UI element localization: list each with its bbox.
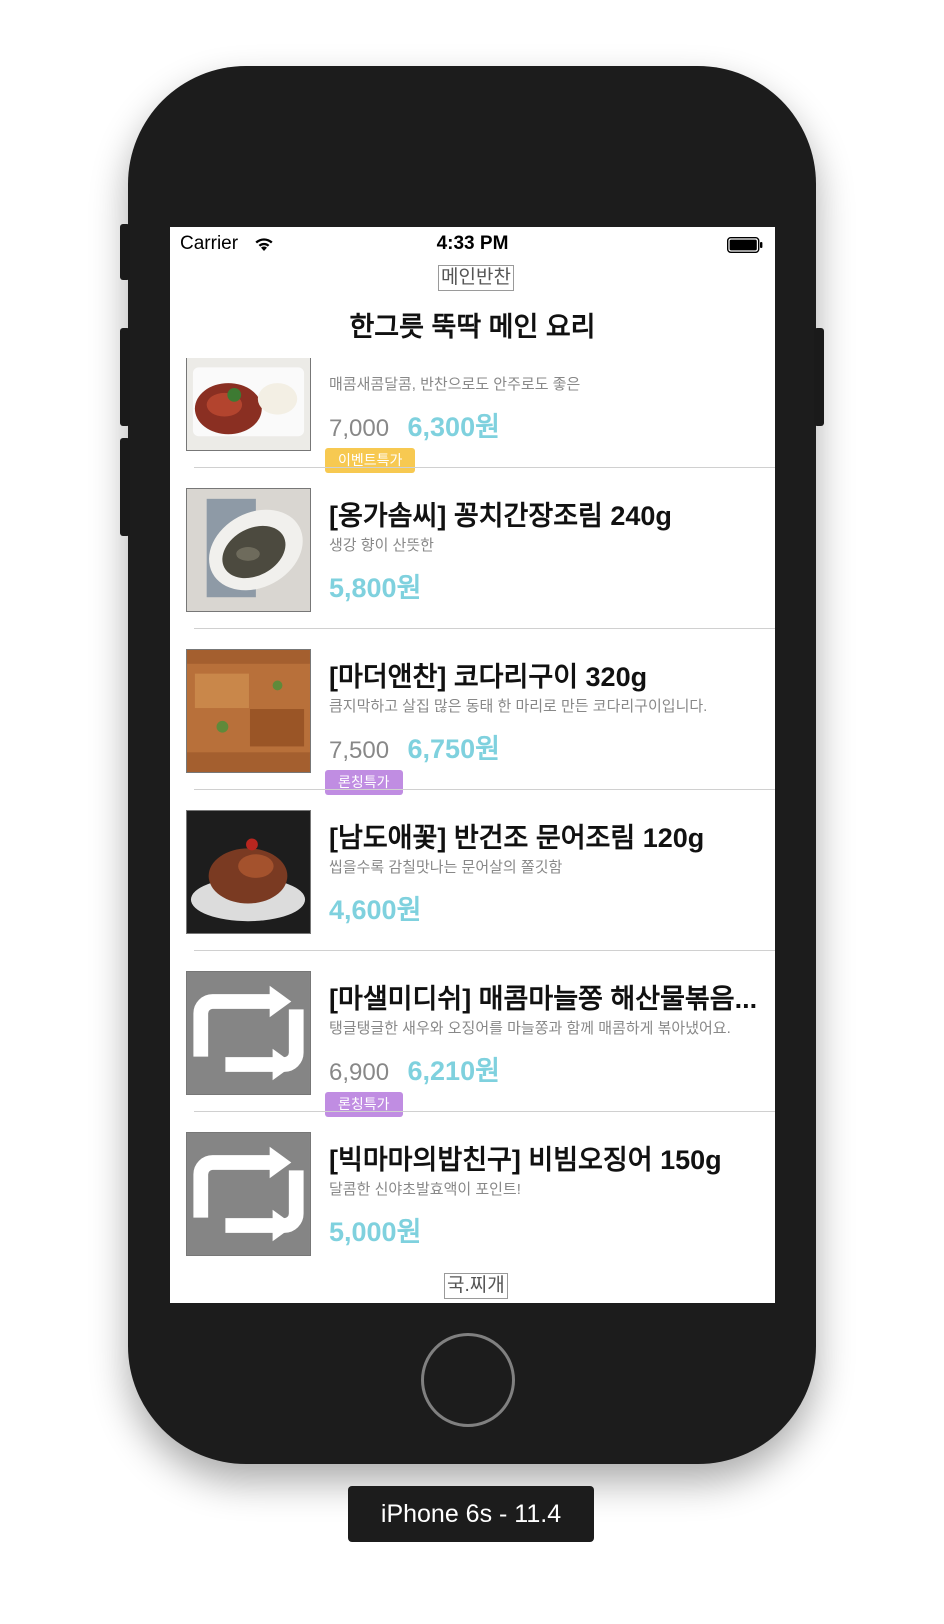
- battery-icon: [727, 237, 763, 253]
- app-screen: Carrier 4:33 PM 메인반찬 한그릇 뚝딱 메인 요리 매콤새콤달콤…: [170, 227, 775, 1303]
- price-line: 7,000 6,300원: [329, 405, 500, 444]
- food-photo-thumbnail: [186, 488, 311, 612]
- product-description: 씹을수록 감칠맛나는 문어살의 쫄깃함: [329, 859, 563, 876]
- image-placeholder: [186, 971, 311, 1095]
- mute-switch: [120, 224, 130, 280]
- food-photo-thumbnail: [186, 649, 311, 773]
- price-line: 5,000원: [329, 1210, 421, 1249]
- product-row[interactable]: 매콤새콤달콤, 반찬으로도 안주로도 좋은 7,000 6,300원 이벤트특가: [170, 358, 775, 473]
- reload-placeholder-icon: [187, 1133, 310, 1255]
- sale-price: 5,000원: [329, 1217, 422, 1247]
- price-line: 6,900 6,210원: [329, 1049, 500, 1088]
- volume-down-button: [120, 438, 130, 536]
- product-row[interactable]: [남도애꽃] 반건조 문어조림 120g 씹을수록 감칠맛나는 문어살의 쫄깃함…: [170, 790, 775, 951]
- original-price: 6,900: [329, 1059, 390, 1086]
- sale-price: 4,600원: [329, 895, 422, 925]
- price-line: 7,500 6,750원: [329, 727, 500, 766]
- product-title: [빅마마의밥친구] 비빔오징어 150g: [329, 1145, 722, 1175]
- product-description: 매콤새콤달콤, 반찬으로도 안주로도 좋은: [329, 376, 581, 393]
- product-title: [마더앤찬] 코다리구이 320g: [329, 662, 648, 692]
- food-photo: [187, 811, 310, 933]
- section-header-soups: 국.찌개: [444, 1273, 508, 1299]
- price-line: 5,800원: [329, 566, 421, 605]
- original-price: 7,500: [329, 737, 390, 764]
- product-description: 생강 향이 산뜻한: [329, 537, 434, 554]
- product-row[interactable]: [옹가솜씨] 꽁치간장조림 240g 생강 향이 산뜻한 5,800원: [170, 468, 775, 629]
- status-bar: Carrier 4:33 PM: [170, 227, 775, 261]
- food-photo-thumbnail: [186, 358, 311, 451]
- sale-price: 5,800원: [329, 573, 422, 603]
- product-title: [남도애꽃] 반건조 문어조림 120g: [329, 823, 705, 853]
- product-row[interactable]: [마샐미디쉬] 매콤마늘쫑 해산물볶음... 탱글탱글한 새우와 오징어를 마늘…: [170, 951, 775, 1117]
- food-photo: [187, 489, 310, 611]
- original-price: 7,000: [329, 415, 390, 442]
- simulator-device-label: iPhone 6s - 11.4: [348, 1486, 594, 1542]
- section-header-main-dishes: 메인반찬: [438, 265, 514, 291]
- sale-price: 6,210원: [407, 1056, 500, 1086]
- reload-placeholder-icon: [187, 972, 310, 1094]
- status-time: 4:33 PM: [436, 233, 509, 254]
- food-photo: [187, 650, 310, 772]
- product-title: [마샐미디쉬] 매콤마늘쫑 해산물볶음...: [329, 984, 758, 1014]
- product-description: 달콤한 신야초발효액이 포인트!: [329, 1181, 521, 1198]
- product-title: [옹가솜씨] 꽁치간장조림 240g: [329, 501, 672, 531]
- price-line: 4,600원: [329, 888, 421, 927]
- product-row[interactable]: [마더앤찬] 코다리구이 320g 큼지막하고 살집 많은 동태 한 마리로 만…: [170, 629, 775, 795]
- food-photo-thumbnail: [186, 810, 311, 934]
- product-description: 탱글탱글한 새우와 오징어를 마늘쫑과 함께 매콤하게 볶아냈어요.: [329, 1020, 731, 1037]
- home-button[interactable]: [421, 1333, 515, 1427]
- product-row[interactable]: [빅마마의밥친구] 비빔오징어 150g 달콤한 신야초발효액이 포인트! 5,…: [170, 1112, 775, 1258]
- image-placeholder: [186, 1132, 311, 1256]
- page-title: 한그릇 뚝딱 메인 요리: [349, 312, 596, 342]
- volume-up-button: [120, 328, 130, 426]
- power-button: [814, 328, 824, 426]
- sale-price: 6,300원: [407, 412, 500, 442]
- sale-price: 6,750원: [407, 734, 500, 764]
- product-description: 큼지막하고 살집 많은 동태 한 마리로 만든 코다리구이입니다.: [329, 698, 708, 715]
- product-list[interactable]: 매콤새콤달콤, 반찬으로도 안주로도 좋은 7,000 6,300원 이벤트특가…: [170, 358, 775, 1258]
- food-photo: [187, 358, 310, 450]
